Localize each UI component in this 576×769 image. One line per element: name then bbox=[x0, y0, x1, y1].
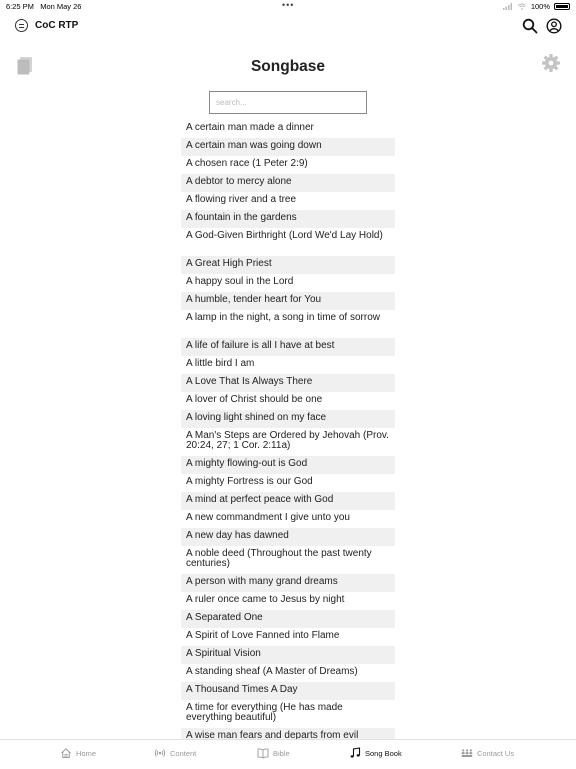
song-item[interactable]: A Separated One bbox=[181, 610, 395, 628]
song-item[interactable]: A certain man made a dinner bbox=[181, 120, 395, 138]
song-item[interactable]: A humble, tender heart for You bbox=[181, 292, 395, 310]
tab-home[interactable]: Home bbox=[60, 747, 96, 759]
status-time: 6:25 PM Mon May 26 bbox=[6, 2, 82, 11]
tab-songbook[interactable]: Song Book bbox=[349, 747, 402, 759]
song-item[interactable]: A Love That Is Always There bbox=[181, 374, 395, 392]
broadcast-icon bbox=[154, 749, 166, 757]
song-item[interactable]: A debtor to mercy alone bbox=[181, 174, 395, 192]
song-item[interactable]: A certain man was going down bbox=[181, 138, 395, 156]
song-item[interactable]: A happy soul in the Lord bbox=[181, 274, 395, 292]
song-item[interactable]: A Spiritual Vision bbox=[181, 646, 395, 664]
page-title: Songbase bbox=[250, 58, 326, 75]
wifi-icon bbox=[517, 3, 527, 10]
song-item[interactable]: A Spirit of Love Fanned into Flame bbox=[181, 628, 395, 646]
song-item[interactable]: A mighty flowing-out is God bbox=[181, 456, 395, 474]
tab-bible[interactable]: Bible bbox=[257, 747, 290, 759]
song-item[interactable]: A lover of Christ should be one bbox=[181, 392, 395, 410]
song-item[interactable]: A flowing river and a tree bbox=[181, 192, 395, 210]
search-input[interactable] bbox=[210, 92, 366, 113]
song-item[interactable]: A new commandment I give unto you bbox=[181, 510, 395, 528]
battery-percent: 100% bbox=[530, 2, 550, 11]
song-item[interactable]: A mighty Fortress is our God bbox=[181, 474, 395, 492]
book-icon bbox=[257, 748, 269, 759]
song-item[interactable]: A new day has dawned bbox=[181, 528, 395, 546]
app-title: CoC RTP bbox=[35, 20, 79, 31]
tab-home-label: Home bbox=[76, 748, 97, 758]
tab-bible-label: Bible bbox=[273, 748, 290, 758]
song-item[interactable]: A time for everything (He has made every… bbox=[181, 700, 395, 728]
tab-contact-label: Contact Us bbox=[477, 748, 515, 758]
tab-contact[interactable]: Contact Us bbox=[461, 747, 514, 759]
status-indicators: 100% bbox=[502, 2, 570, 11]
tab-content-label: Content bbox=[170, 748, 197, 758]
music-note-icon bbox=[350, 747, 361, 758]
status-bar: 6:25 PM Mon May 26 ••• 100% bbox=[0, 0, 576, 12]
people-icon bbox=[461, 749, 473, 757]
search-field[interactable] bbox=[209, 91, 367, 114]
tab-songbook-label: Song Book bbox=[365, 748, 402, 758]
song-item[interactable]: A Thousand Times A Day bbox=[181, 682, 395, 700]
app-bar: CoC RTP bbox=[0, 14, 576, 38]
tab-content[interactable]: Content bbox=[154, 747, 196, 759]
song-list[interactable]: A certain man made a dinner A certain ma… bbox=[181, 120, 395, 741]
app-logo-icon[interactable] bbox=[15, 19, 28, 32]
signal-icon bbox=[502, 3, 512, 10]
song-item[interactable]: A little bird I am bbox=[181, 356, 395, 374]
song-item[interactable]: A mind at perfect peace with God bbox=[181, 492, 395, 510]
song-item[interactable]: A God-Given Birthright (Lord We'd Lay Ho… bbox=[181, 228, 395, 256]
song-item[interactable]: A loving light shined on my face bbox=[181, 410, 395, 428]
song-item[interactable]: A Great High Priest bbox=[181, 256, 395, 274]
multitasking-dots: ••• bbox=[282, 0, 295, 10]
search-icon[interactable] bbox=[522, 18, 538, 34]
home-icon bbox=[61, 748, 71, 758]
song-item[interactable]: A person with many grand dreams bbox=[181, 574, 395, 592]
song-item[interactable]: A chosen race (1 Peter 2:9) bbox=[181, 156, 395, 174]
battery-icon bbox=[554, 3, 570, 10]
song-item[interactable]: A lamp in the night, a song in time of s… bbox=[181, 310, 395, 338]
song-item[interactable]: A ruler once came to Jesus by night bbox=[181, 592, 395, 610]
song-item[interactable]: A fountain in the gardens bbox=[181, 210, 395, 228]
song-item[interactable]: A life of failure is all I have at best bbox=[181, 338, 395, 356]
song-item[interactable]: A standing sheaf (A Master of Dreams) bbox=[181, 664, 395, 682]
account-icon[interactable] bbox=[546, 18, 562, 34]
song-item[interactable]: A Man's Steps are Ordered by Jehovah (Pr… bbox=[181, 428, 395, 456]
song-item[interactable]: A noble deed (Throughout the past twenty… bbox=[181, 546, 395, 574]
tab-bar: Home Content Bible Song Book Contact Us bbox=[0, 739, 576, 769]
